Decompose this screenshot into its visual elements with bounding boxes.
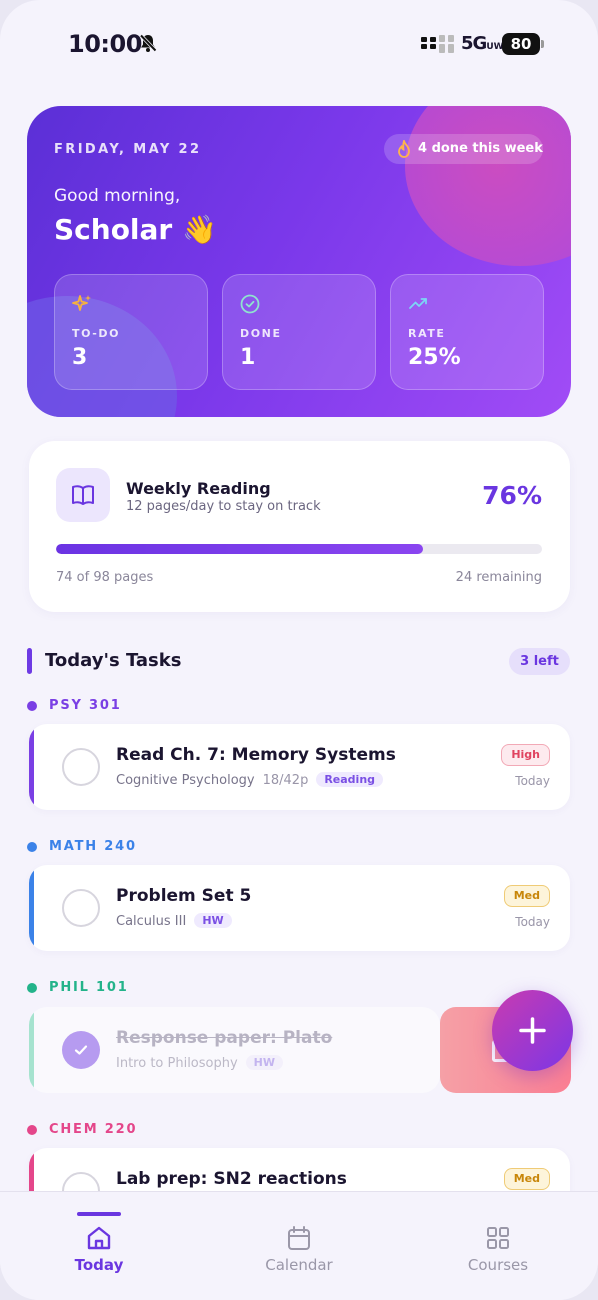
- stat-value: 3: [72, 345, 88, 370]
- stat-label: TO-DO: [72, 327, 121, 340]
- flame-icon: [397, 138, 411, 170]
- check-circle-icon: [239, 293, 261, 319]
- stat-done[interactable]: DONE 1: [222, 274, 376, 390]
- task-card[interactable]: Problem Set 5 Calculus III HW Med Today: [29, 865, 570, 951]
- task-subject: Cognitive Psychology: [116, 773, 255, 788]
- task-checkbox[interactable]: [62, 889, 100, 927]
- stat-value: 25%: [408, 345, 461, 370]
- nav-label: Today: [74, 1256, 124, 1274]
- reading-remaining: 24 remaining: [455, 570, 542, 585]
- priority-badge: High: [501, 744, 550, 766]
- book-icon: [56, 468, 110, 522]
- app-screen: 10:00 5GUW 80 FRIDAY, MAY 22 4 done this…: [0, 0, 598, 1300]
- task-pages: 18/42p: [262, 773, 309, 788]
- sparkles-icon: [71, 293, 93, 319]
- task-subject: Intro to Philosophy: [116, 1056, 238, 1071]
- task-tag: HW: [194, 913, 232, 928]
- status-bar: 10:00 5GUW 80: [0, 0, 598, 90]
- home-icon: [85, 1224, 113, 1256]
- reading-progress-fill: [56, 544, 423, 554]
- grid-icon: [484, 1224, 512, 1256]
- add-task-button[interactable]: [492, 990, 573, 1071]
- task-title: Problem Set 5: [116, 886, 252, 906]
- network-label: 5GUW: [461, 33, 504, 54]
- task-subject: Calculus III: [116, 914, 187, 929]
- reading-percent: 76%: [482, 481, 542, 510]
- task-title: Response paper: Plato: [116, 1028, 333, 1048]
- task-tag: HW: [245, 1055, 284, 1070]
- stat-todo[interactable]: TO-DO 3: [54, 274, 208, 390]
- priority-badge: Med: [503, 885, 550, 907]
- reading-progress-bar: [56, 544, 542, 554]
- task-meta: Cognitive Psychology 18/42p Reading: [116, 772, 384, 788]
- stat-label: DONE: [240, 327, 282, 340]
- active-indicator: [77, 1212, 121, 1216]
- tasks-left-badge: 3 left: [509, 648, 570, 675]
- task-checkbox[interactable]: [62, 748, 100, 786]
- summary-card: FRIDAY, MAY 22 4 done this week Good mor…: [27, 106, 571, 417]
- course-code: PSY 301: [49, 698, 122, 713]
- nav-today[interactable]: Today: [29, 1192, 169, 1292]
- trending-up-icon: [407, 293, 429, 319]
- task-meta: Intro to Philosophy HW: [116, 1055, 284, 1071]
- stat-label: RATE: [408, 327, 446, 340]
- task-meta: Calculus III HW: [116, 913, 232, 929]
- reading-title: Weekly Reading: [126, 479, 271, 498]
- bell-muted-icon: [138, 33, 158, 57]
- reading-subtitle: 12 pages/day to stay on track: [126, 499, 321, 514]
- plus-icon: [519, 1017, 546, 1044]
- task-due: Today: [515, 915, 550, 929]
- streak-text: 4 done this week: [418, 141, 543, 156]
- task-checkbox-checked[interactable]: [62, 1031, 100, 1069]
- course-code: MATH 240: [49, 839, 137, 854]
- section-title: Today's Tasks: [45, 650, 182, 671]
- stat-rate[interactable]: RATE 25%: [390, 274, 544, 390]
- nav-label: Courses: [467, 1256, 529, 1274]
- task-due: Today: [515, 774, 550, 788]
- nav-calendar[interactable]: Calendar: [229, 1192, 369, 1292]
- course-code: CHEM 220: [49, 1122, 138, 1137]
- task-tag: Reading: [316, 772, 384, 787]
- stat-value: 1: [240, 345, 256, 370]
- task-card[interactable]: Read Ch. 7: Memory Systems Cognitive Psy…: [29, 724, 570, 810]
- task-title: Lab prep: SN2 reactions: [116, 1169, 347, 1189]
- course-code: PHIL 101: [49, 980, 129, 995]
- status-time: 10:00: [68, 30, 142, 58]
- greeting-text: Good morning,: [54, 186, 181, 206]
- date-label: FRIDAY, MAY 22: [54, 142, 202, 157]
- reading-pages: 74 of 98 pages: [56, 570, 154, 585]
- calendar-icon: [285, 1224, 313, 1256]
- bottom-nav: Today Calendar Courses: [0, 1191, 598, 1300]
- nav-label: Calendar: [265, 1256, 333, 1274]
- signal-icon: [421, 35, 457, 57]
- battery-icon: 80: [502, 33, 544, 55]
- task-card-completed[interactable]: Response paper: Plato Intro to Philosoph…: [29, 1007, 440, 1093]
- section-accent: [27, 648, 32, 674]
- battery-level: 80: [502, 33, 540, 55]
- task-title: Read Ch. 7: Memory Systems: [116, 745, 396, 765]
- priority-badge: Med: [503, 1168, 550, 1190]
- streak-badge[interactable]: 4 done this week: [384, 134, 543, 164]
- weekly-reading-card[interactable]: Weekly Reading 12 pages/day to stay on t…: [29, 441, 570, 612]
- nav-courses[interactable]: Courses: [428, 1192, 568, 1292]
- user-name: Scholar 👋: [54, 213, 217, 246]
